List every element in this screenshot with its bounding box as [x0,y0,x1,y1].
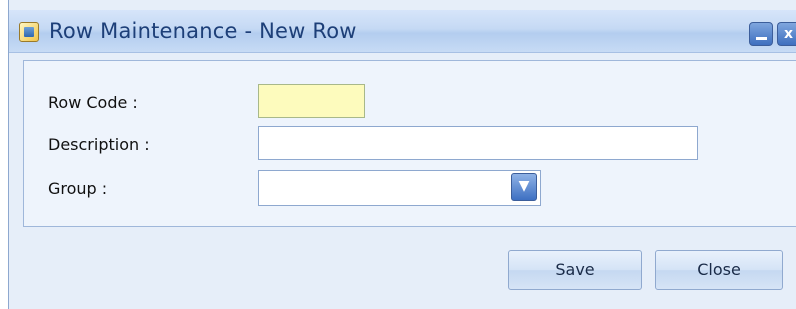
minimize-icon [756,37,767,40]
title-bar[interactable]: Row Maintenance - New Row x [9,10,796,53]
form-icon [19,22,39,42]
group-label: Group : [48,179,108,198]
row-code-input[interactable] [258,84,365,118]
save-button[interactable]: Save [508,250,642,290]
description-label: Description : [48,135,150,154]
description-input[interactable] [258,126,698,160]
row-code-label: Row Code : [48,93,138,112]
window-title: Row Maintenance - New Row [49,19,357,43]
close-button[interactable]: Close [655,250,783,290]
minimize-button[interactable] [749,22,773,46]
close-window-button[interactable]: x [777,22,796,46]
chevron-down-icon[interactable]: ▼ [511,173,537,201]
group-select[interactable] [258,170,541,206]
